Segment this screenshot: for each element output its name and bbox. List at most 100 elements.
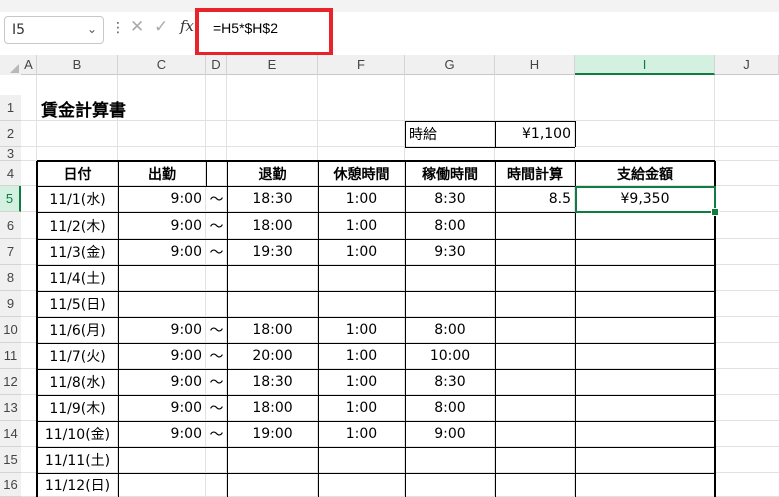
- record-work[interactable]: 8:00: [405, 395, 495, 421]
- column-header-b[interactable]: B: [37, 55, 118, 75]
- record-hours[interactable]: [495, 473, 575, 497]
- record-pay[interactable]: [575, 239, 715, 265]
- row-header-15[interactable]: 15: [0, 447, 21, 473]
- record-hours[interactable]: [495, 265, 575, 291]
- record-break[interactable]: [318, 291, 405, 317]
- header-break[interactable]: 休憩時間: [318, 161, 405, 186]
- record-start[interactable]: 9:00: [118, 369, 206, 395]
- row-header-14[interactable]: 14: [0, 421, 21, 447]
- spreadsheet-grid[interactable]: A B C D E F G H I J 1 2 3 4 5 6 7 8 9 10 11 12 13 14 15 16 賃金計算書 時給…: [0, 55, 779, 497]
- record-pay[interactable]: [575, 369, 715, 395]
- sheet-title[interactable]: 賃金計算書: [37, 95, 206, 121]
- record-date[interactable]: 11/7(火): [37, 343, 118, 369]
- row-header-4[interactable]: 4: [0, 161, 21, 186]
- row-header-11[interactable]: 11: [0, 343, 21, 369]
- record-work[interactable]: [405, 291, 495, 317]
- column-header-i[interactable]: I: [575, 55, 715, 75]
- record-break[interactable]: 1:00: [318, 239, 405, 265]
- check-icon[interactable]: ✓: [154, 17, 168, 37]
- record-break[interactable]: 1:00: [318, 395, 405, 421]
- record-tilde[interactable]: [206, 265, 227, 291]
- row-header-1[interactable]: 1: [0, 95, 21, 121]
- record-work[interactable]: 8:00: [405, 212, 495, 239]
- record-date[interactable]: 11/9(木): [37, 395, 118, 421]
- record-break[interactable]: [318, 447, 405, 473]
- record-date[interactable]: 11/4(土): [37, 265, 118, 291]
- record-break[interactable]: 1:00: [318, 369, 405, 395]
- wage-label[interactable]: 時給: [405, 121, 495, 147]
- record-break[interactable]: [318, 265, 405, 291]
- record-end[interactable]: 18:00: [227, 212, 318, 239]
- column-header-h[interactable]: H: [495, 55, 575, 75]
- record-date[interactable]: 11/3(金): [37, 239, 118, 265]
- record-break[interactable]: 1:00: [318, 212, 405, 239]
- row-header-13[interactable]: 13: [0, 395, 21, 421]
- record-date[interactable]: 11/6(月): [37, 317, 118, 343]
- record-work[interactable]: 8:30: [405, 369, 495, 395]
- record-hours[interactable]: [495, 447, 575, 473]
- row-header-12[interactable]: 12: [0, 369, 21, 395]
- record-hours[interactable]: [495, 212, 575, 239]
- record-end[interactable]: 18:30: [227, 369, 318, 395]
- record-tilde[interactable]: ～: [206, 395, 227, 421]
- record-date[interactable]: 11/10(金): [37, 421, 118, 447]
- record-tilde[interactable]: [206, 473, 227, 497]
- record-start[interactable]: [118, 291, 206, 317]
- record-date[interactable]: 11/2(木): [37, 212, 118, 239]
- record-work[interactable]: [405, 447, 495, 473]
- record-start[interactable]: 9:00: [118, 421, 206, 447]
- record-hours[interactable]: [495, 239, 575, 265]
- record-pay[interactable]: [575, 421, 715, 447]
- record-tilde[interactable]: ～: [206, 186, 227, 212]
- record-tilde[interactable]: ～: [206, 343, 227, 369]
- record-pay[interactable]: [575, 317, 715, 343]
- header-pay[interactable]: 支給金額: [575, 161, 715, 186]
- header-work[interactable]: 稼働時間: [405, 161, 495, 186]
- record-pay[interactable]: [575, 395, 715, 421]
- fill-handle[interactable]: [711, 208, 719, 216]
- column-header-a[interactable]: A: [21, 55, 37, 75]
- header-end[interactable]: 退勤: [227, 161, 318, 186]
- record-pay[interactable]: [575, 291, 715, 317]
- record-start[interactable]: 9:00: [118, 395, 206, 421]
- column-header-e[interactable]: E: [227, 55, 318, 75]
- record-tilde[interactable]: ～: [206, 317, 227, 343]
- record-start[interactable]: 9:00: [118, 239, 206, 265]
- row-header-7[interactable]: 7: [0, 239, 21, 265]
- record-break[interactable]: 1:00: [318, 186, 405, 212]
- row-header-5[interactable]: 5: [0, 186, 21, 212]
- record-start[interactable]: 9:00: [118, 186, 206, 212]
- record-date[interactable]: 11/5(日): [37, 291, 118, 317]
- header-start[interactable]: 出勤: [118, 161, 206, 186]
- record-start[interactable]: 9:00: [118, 317, 206, 343]
- record-hours[interactable]: [495, 343, 575, 369]
- header-date[interactable]: 日付: [37, 161, 118, 186]
- record-work[interactable]: 9:00: [405, 421, 495, 447]
- row-header-6[interactable]: 6: [0, 212, 21, 239]
- record-tilde[interactable]: ～: [206, 421, 227, 447]
- record-pay[interactable]: [575, 447, 715, 473]
- record-date[interactable]: 11/12(日): [37, 473, 118, 497]
- record-work[interactable]: 10:00: [405, 343, 495, 369]
- record-date[interactable]: 11/1(水): [37, 186, 118, 212]
- record-end[interactable]: [227, 473, 318, 497]
- header-tilde[interactable]: [206, 161, 227, 186]
- record-date[interactable]: 11/8(水): [37, 369, 118, 395]
- wage-value[interactable]: ¥1,100: [495, 121, 575, 147]
- record-hours[interactable]: [495, 291, 575, 317]
- record-tilde[interactable]: ～: [206, 212, 227, 239]
- chevron-down-icon[interactable]: ⌄: [87, 22, 97, 36]
- record-end[interactable]: [227, 447, 318, 473]
- record-start[interactable]: [118, 473, 206, 497]
- more-vertical-icon[interactable]: ⋮: [111, 20, 125, 36]
- row-header-3[interactable]: 3: [0, 147, 21, 161]
- record-end[interactable]: 18:00: [227, 317, 318, 343]
- record-tilde[interactable]: ～: [206, 369, 227, 395]
- row-header-9[interactable]: 9: [0, 291, 21, 317]
- column-header-f[interactable]: F: [318, 55, 405, 75]
- record-pay[interactable]: [575, 473, 715, 497]
- row-header-10[interactable]: 10: [0, 317, 21, 343]
- record-pay[interactable]: [575, 212, 715, 239]
- record-end[interactable]: [227, 291, 318, 317]
- record-start[interactable]: [118, 265, 206, 291]
